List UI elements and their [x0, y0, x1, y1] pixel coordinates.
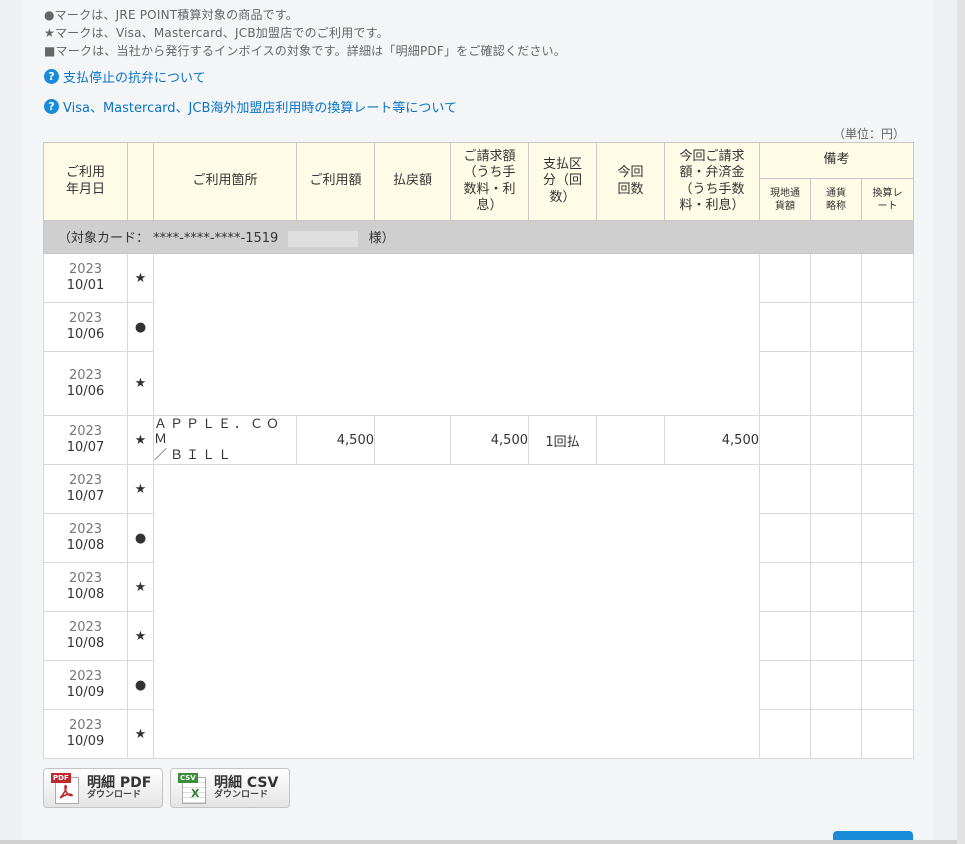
- row-mark: ★: [127, 611, 154, 661]
- dispute-link-label: 支払停止の抗弁について: [63, 71, 206, 86]
- header-place: ご利用箇所: [153, 142, 297, 221]
- masked-area: [153, 253, 760, 416]
- amount-cell: 4,500: [296, 415, 375, 465]
- header-remarks: 備考: [758, 142, 915, 179]
- row-mark: ●: [127, 513, 154, 563]
- row-mark: ●: [127, 302, 154, 352]
- pdf-download-button[interactable]: PDF 明細 PDF ダウンロード: [43, 768, 163, 808]
- note-jre-point: ●マークは、JRE POINT積算対象の商品です。: [44, 8, 299, 22]
- this-billed-cell: 4,500: [664, 415, 760, 465]
- pdf-button-sublabel: ダウンロード: [87, 789, 142, 800]
- note-brand-merchant: ★マークは、Visa、Mastercard、JCB加盟店でのご利用です。: [44, 26, 389, 40]
- row-mark: ★: [127, 709, 154, 759]
- refund-cell: [374, 415, 451, 465]
- dispute-link[interactable]: ? 支払停止の抗弁について: [44, 67, 206, 86]
- header-currency: 通貨略称: [810, 178, 862, 221]
- header-this-billed: 今回ご請求額・弁済金（うち手数料・利息）: [664, 142, 760, 221]
- pdf-file-icon: PDF: [51, 773, 79, 804]
- row-mark: ●: [127, 660, 154, 710]
- table-row: 2023 10/07 ★: [43, 464, 915, 759]
- billed-cell: 4,500: [450, 415, 529, 465]
- row-mark: ★: [127, 464, 154, 514]
- row-mark: ★: [127, 415, 154, 465]
- header-date: ご利用年月日: [43, 142, 128, 221]
- merchant-name: ＡＰＰＬＥ．ＣＯＭ ／ＢＩＬＬ: [153, 415, 297, 465]
- header-refund: 払戻額: [374, 142, 451, 221]
- payment-type-cell: 1回払: [528, 415, 597, 465]
- statement-table: ご利用年月日 ご利用箇所 ご利用額 払戻額 ご請求額（うち手数料・利息） 支払区…: [42, 142, 915, 759]
- this-time-cell: [596, 415, 665, 465]
- header-mark: [127, 142, 154, 221]
- header-amount: ご利用額: [296, 142, 375, 221]
- row-mark: ★: [127, 562, 154, 612]
- csv-download-button[interactable]: CSV X 明細 CSV ダウンロード: [170, 768, 290, 808]
- header-local-amount: 現地通貨額: [759, 178, 811, 221]
- note-invoice: ■マークは、当社から発行するインボイスの対象です。詳細は「明細PDF」をご確認く…: [44, 44, 566, 58]
- horizontal-scrollbar[interactable]: [0, 840, 957, 844]
- help-icon: ?: [44, 99, 59, 114]
- vertical-scrollbar[interactable]: [957, 0, 965, 844]
- unit-label: （単位：円）: [832, 127, 905, 141]
- help-icon: ?: [44, 69, 59, 84]
- csv-file-icon: CSV X: [178, 773, 206, 804]
- masked-area: [153, 464, 760, 759]
- table-row: 2023 10/01 ★: [43, 253, 915, 416]
- exchange-rate-link[interactable]: ? Visa、Mastercard、JCB海外加盟店利用時の換算レート等について: [44, 97, 457, 116]
- row-mark: ★: [127, 253, 154, 303]
- header-rate: 換算レート: [860, 178, 915, 221]
- card-suffix: 様）: [368, 231, 395, 247]
- csv-button-label: 明細 CSV: [214, 774, 279, 791]
- csv-button-sublabel: ダウンロード: [214, 789, 269, 800]
- exchange-rate-link-label: Visa、Mastercard、JCB海外加盟店利用時の換算レート等について: [63, 101, 457, 116]
- masked-name: [288, 230, 359, 247]
- header-billed: ご請求額（うち手数料・利息）: [450, 142, 529, 221]
- header-this-time: 今回回数: [596, 142, 665, 221]
- card-row: （対象カード： ****-****-****-1519 様）: [42, 220, 915, 254]
- row-mark: ★: [127, 351, 154, 416]
- table-row: 2023 10/07 ★ ＡＰＰＬＥ．ＣＯＭ ／ＢＩＬＬ 4,500 4,500 1…: [43, 415, 915, 465]
- card-number: ****-****-****-1519: [153, 231, 279, 247]
- card-prefix: （対象カード：: [58, 231, 150, 247]
- pdf-button-label: 明細 PDF: [87, 774, 152, 791]
- header-payment-type: 支払区分（回数）: [528, 142, 597, 221]
